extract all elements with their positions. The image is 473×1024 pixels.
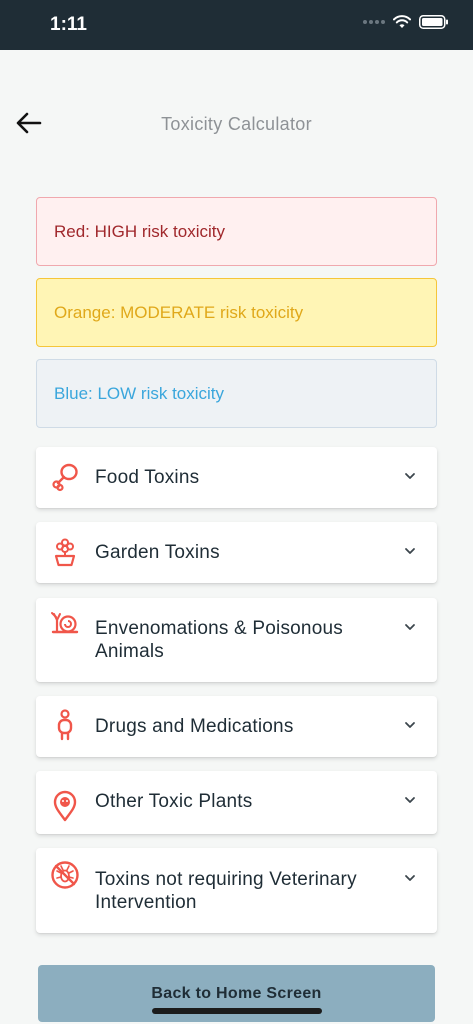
header: Toxicity Calculator bbox=[0, 100, 473, 148]
chevron-down-icon bbox=[405, 624, 415, 630]
status-icons bbox=[363, 15, 449, 29]
legend-low-risk: Blue: LOW risk toxicity bbox=[36, 359, 437, 428]
chevron-down-icon bbox=[405, 473, 415, 479]
legend-high-risk: Red: HIGH risk toxicity bbox=[36, 197, 437, 266]
category-drugs-medications[interactable]: Drugs and Medications bbox=[36, 696, 437, 757]
chevron-down-icon bbox=[405, 797, 415, 803]
chevron-down-icon bbox=[405, 875, 415, 881]
no-insect-icon bbox=[50, 860, 80, 890]
category-label: Garden Toxins bbox=[95, 542, 220, 563]
legend-high-risk-label: Red: HIGH risk toxicity bbox=[54, 221, 225, 241]
chevron-down-icon bbox=[405, 548, 415, 554]
person-icon bbox=[50, 709, 80, 741]
category-label: Drugs and Medications bbox=[95, 716, 294, 737]
location-pin-icon bbox=[50, 790, 80, 822]
category-envenomations[interactable]: Envenomations & Poisonous Animals bbox=[36, 598, 437, 682]
page-title: Toxicity Calculator bbox=[161, 114, 312, 134]
category-label: Other Toxic Plants bbox=[95, 791, 253, 812]
category-label: Toxins not requiring Veterinary Interven… bbox=[95, 869, 357, 913]
category-food-toxins[interactable]: Food Toxins bbox=[36, 447, 437, 508]
back-to-home-label: Back to Home Screen bbox=[151, 984, 322, 1002]
category-other-toxic-plants[interactable]: Other Toxic Plants bbox=[36, 771, 437, 834]
flower-pot-icon bbox=[50, 537, 80, 567]
category-label: Envenomations & Poisonous Animals bbox=[95, 618, 343, 662]
category-garden-toxins[interactable]: Garden Toxins bbox=[36, 522, 437, 583]
battery-icon bbox=[419, 15, 448, 29]
category-label: Food Toxins bbox=[95, 467, 200, 488]
legend-low-risk-label: Blue: LOW risk toxicity bbox=[54, 383, 225, 403]
status-bar: 1:11 bbox=[0, 0, 473, 50]
food-icon bbox=[50, 462, 80, 492]
status-time: 1:11 bbox=[50, 14, 87, 35]
signal-icon bbox=[363, 20, 385, 24]
snail-icon bbox=[50, 609, 80, 639]
wifi-icon bbox=[393, 15, 411, 28]
home-indicator[interactable] bbox=[152, 1008, 322, 1014]
chevron-down-icon bbox=[405, 722, 415, 728]
legend-moderate-risk: Orange: MODERATE risk toxicity bbox=[36, 278, 437, 347]
category-no-vet-intervention[interactable]: Toxins not requiring Veterinary Interven… bbox=[36, 848, 437, 933]
legend-moderate-risk-label: Orange: MODERATE risk toxicity bbox=[54, 302, 304, 322]
